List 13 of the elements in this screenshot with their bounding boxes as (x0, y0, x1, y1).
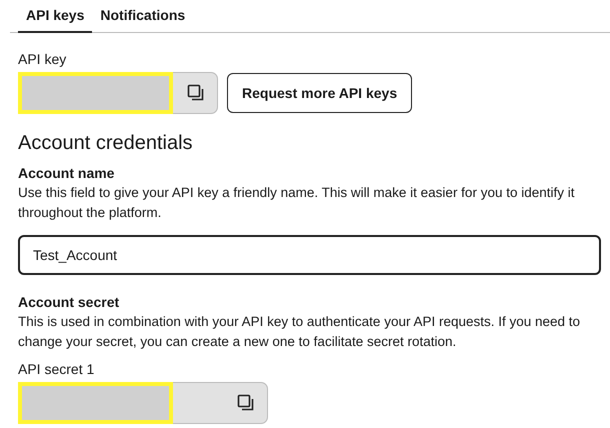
tab[interactable]: Notifications (92, 0, 194, 33)
copy-icon[interactable] (187, 84, 205, 102)
field-label: Account name (18, 164, 116, 182)
field-description: This is used in combination with your API key to authenticate your API requests. If you need to change your secret, you can create a new one to facilitate secret rotation. (18, 313, 582, 351)
copy-icon[interactable] (237, 394, 255, 412)
section-heading: Account credentials (18, 131, 194, 156)
tab[interactable]: API keys (18, 0, 92, 33)
field-description: Use this field to give your API key a friendly name. This will make it easier for you to identify it throughout the platform. (18, 184, 576, 222)
account-name-field[interactable]: Test_Account (18, 235, 601, 275)
field-label: Account secret (18, 293, 120, 311)
request-keys-button[interactable]: Request more API keys (227, 73, 412, 113)
field-label: API secret 1 (18, 360, 96, 378)
field-label: API key (18, 50, 68, 68)
